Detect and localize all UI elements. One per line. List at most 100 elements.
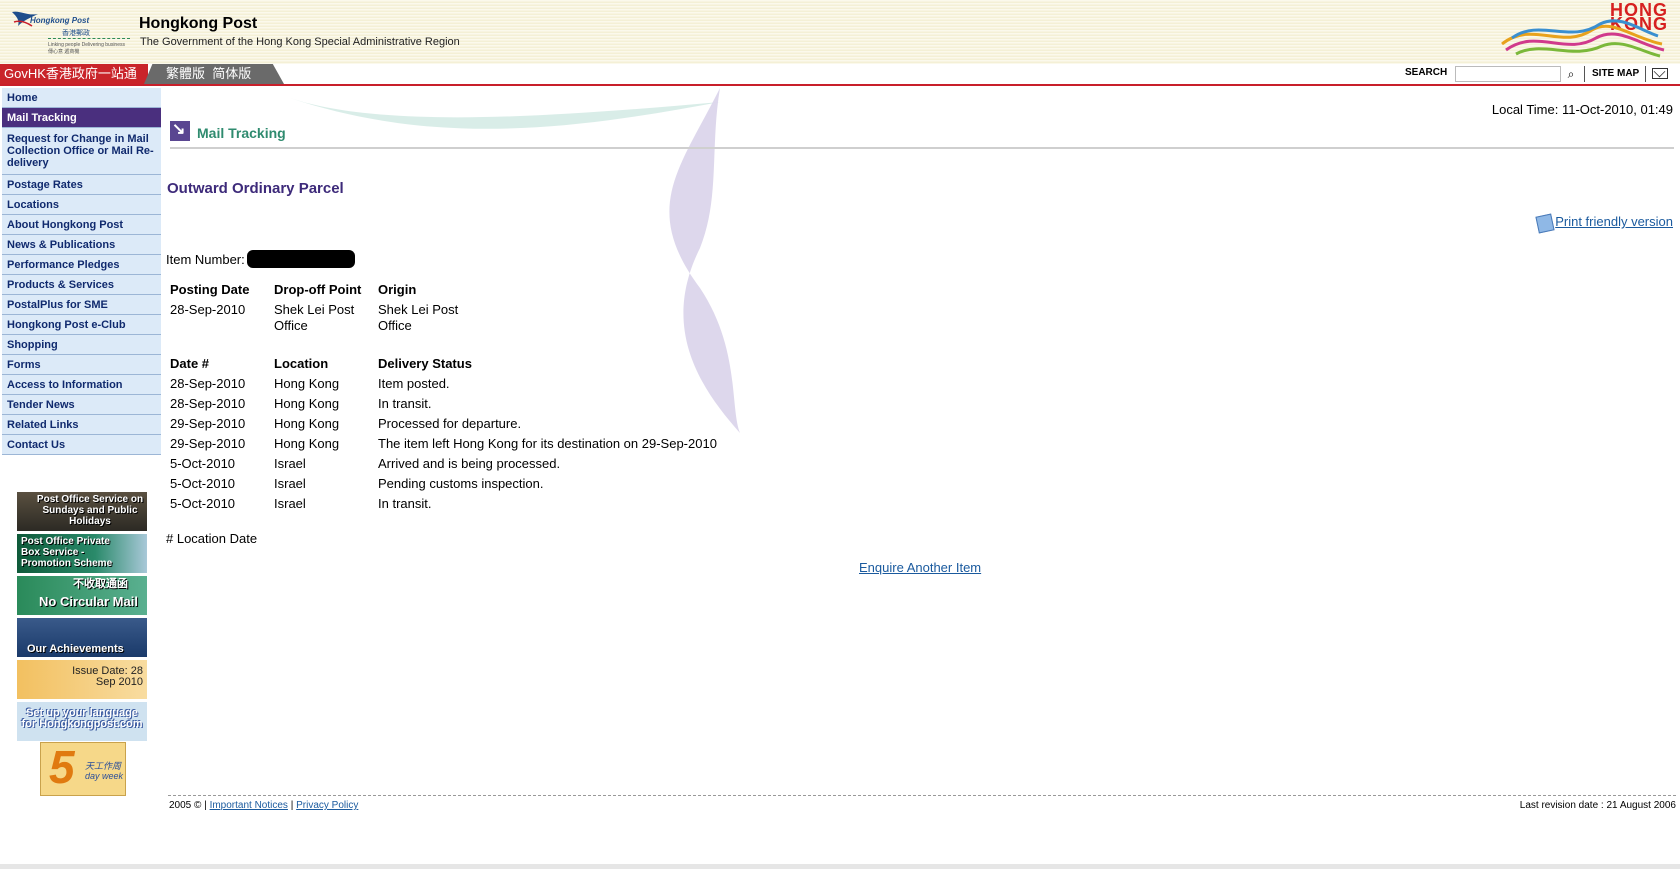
logo-divider [48,38,130,39]
enquire-another-item-link[interactable]: Enquire Another Item [859,560,981,575]
table-row: 29-Sep-2010 Hong Kong The item left Hong… [167,436,720,456]
window-bottom-edge [0,864,1680,869]
column-header: Posting Date [170,282,250,297]
left-sidebar: Home Mail Tracking Request for Change in… [2,88,161,455]
sidebar-item-access-info[interactable]: Access to Information [2,375,161,395]
brand-dragon-icon [1501,19,1665,58]
sidebar-item-shopping[interactable]: Shopping [2,335,161,355]
top-nav-bar: GovHK香港政府一站通 繁體版 简体版 SEARCH ⌕ SITE MAP [0,64,1680,86]
column-header: Origin [378,282,417,297]
table-cell: 29-Sep-2010 [170,416,246,431]
site-subtitle: The Government of the Hong Kong Special … [140,36,460,48]
important-notices-link[interactable]: Important Notices [210,800,288,811]
govhk-link[interactable]: GovHK香港政府一站通 [0,64,148,84]
sidebar-item-pledges[interactable]: Performance Pledges [2,255,161,275]
logo-text-zh: 香港郵政 [62,30,90,37]
banner-issue-date[interactable]: Issue Date: 28 Sep 2010 [17,660,147,699]
banner-sunday-service[interactable]: Post Office Service on Sundays and Publi… [17,492,147,531]
posting-table: Posting Date Drop-off Point Origin 28-Se… [167,282,473,334]
sidebar-item-about[interactable]: About Hongkong Post [2,215,161,235]
five-day-week-banner[interactable]: 5 天工作周 day week [40,742,126,796]
banner-achievements[interactable]: Our Achievements [17,618,147,657]
table-cell: Shek Lei Post Office [274,302,355,333]
search-input[interactable] [1455,66,1561,82]
table-cell: In transit. [378,496,432,511]
divider [1584,66,1585,82]
column-header: Delivery Status [378,356,472,371]
footer-separator: | [290,800,294,811]
sidebar-item-products[interactable]: Products & Services [2,275,161,295]
sidebar-item-home[interactable]: Home [2,88,161,108]
sidebar-item-related-links[interactable]: Related Links [2,415,161,435]
page-title: Outward Ordinary Parcel [167,180,344,197]
table-row: 29-Sep-2010 Hong Kong Processed for depa… [167,416,720,436]
table-cell: In transit. [378,396,432,411]
logo-text-en: Hongkong Post [30,16,90,25]
table-row: 5-Oct-2010 Israel Arrived and is being p… [167,456,720,476]
revision-date: Last revision date : 21 August 2006 [1519,800,1676,811]
search-icon[interactable]: ⌕ [1563,66,1579,82]
sidebar-item-eclub[interactable]: Hongkong Post e-Club [2,315,161,335]
site-map-link[interactable]: SITE MAP [1592,68,1639,79]
sidebar-item-request-change[interactable]: Request for Change in Mail Collection Of… [2,128,161,175]
sidebar-item-locations[interactable]: Locations [2,195,161,215]
table-header-row: Posting Date Drop-off Point Origin [167,282,473,302]
section-header: Mail Tracking [170,119,1674,149]
table-cell: Pending customs inspection. [378,476,544,491]
footer-left: 2005 © | Important Notices | Privacy Pol… [169,800,358,811]
table-cell: 28-Sep-2010 [170,396,246,411]
local-time: Local Time: 11-Oct-2010, 01:49 [1491,102,1673,117]
hongkong-post-logo[interactable]: Hongkong Post 香港郵政 Linking people Delive… [8,6,133,58]
sidebar-item-contact[interactable]: Contact Us [2,435,161,455]
copyright-text: 2005 © | [169,800,207,811]
logo-tagline: Linking people Delivering business 傳心意 遞商… [48,42,125,55]
redacted-item-number [246,250,355,268]
sidebar-item-forms[interactable]: Forms [2,355,161,375]
lang-traditional-link[interactable]: 繁體版 [166,66,205,81]
column-header: Drop-off Point [274,282,362,297]
table-cell: 28-Sep-2010 [170,302,246,317]
privacy-policy-link[interactable]: Privacy Policy [296,800,358,811]
banner-no-circular-mail[interactable]: 不收取通函 No Circular Mail [17,576,147,615]
banner-private-box[interactable]: Post Office Private Box Service - Promot… [17,534,147,573]
table-cell: Shek Lei Post Office [378,302,459,333]
table-header-row: Date # Location Delivery Status [167,356,720,376]
table-cell: Hong Kong [274,396,340,411]
brand-hong-kong-logo: HONG KONG [1492,0,1668,62]
site-title: Hongkong Post [139,15,258,32]
table-row: 5-Oct-2010 Israel In transit. [167,496,720,516]
table-cell: 5-Oct-2010 [170,476,236,491]
item-number-label: Item Number: [166,252,245,267]
events-table: Date # Location Delivery Status 28-Sep-2… [167,356,720,516]
print-friendly-link[interactable]: Print friendly version [1555,214,1673,229]
table-row: 28-Sep-2010 Hong Kong In transit. [167,396,720,416]
column-header: Location [274,356,329,371]
sidebar-item-postalplus[interactable]: PostalPlus for SME [2,295,161,315]
table-row: 28-Sep-2010 Hong Kong Item posted. [167,376,720,396]
table-cell: 29-Sep-2010 [170,436,246,451]
table-cell: 5-Oct-2010 [170,456,236,471]
print-icon[interactable] [1535,213,1555,234]
sidebar-item-tender[interactable]: Tender News [2,395,161,415]
table-cell: Arrived and is being processed. [378,456,561,471]
table-cell: Hong Kong [274,436,340,451]
section-title: Mail Tracking [197,125,286,141]
table-cell: The item left Hong Kong for its destinat… [378,436,717,451]
banner-set-language[interactable]: Set up your language for Hongkongpost.co… [17,702,147,741]
sidebar-item-postage-rates[interactable]: Postage Rates [2,175,161,195]
item-number: Item Number: [166,250,355,268]
table-cell: Item posted. [378,376,450,391]
sidebar-item-news[interactable]: News & Publications [2,235,161,255]
divider [1645,66,1646,82]
table-row: 5-Oct-2010 Israel Pending customs inspec… [167,476,720,496]
sidebar-item-mail-tracking[interactable]: Mail Tracking [2,108,161,128]
page-footer: 2005 © | Important Notices | Privacy Pol… [168,795,1676,811]
arrow-icon [170,119,190,141]
column-header: Date # [170,356,210,371]
promo-banners: Post Office Service on Sundays and Publi… [17,492,147,744]
mail-icon[interactable] [1652,68,1668,79]
lang-simplified-link[interactable]: 简体版 [212,66,251,81]
table-cell: 28-Sep-2010 [170,376,246,391]
table-row: 28-Sep-2010 Shek Lei Post Office Shek Le… [167,302,473,334]
table-cell: Hong Kong [274,416,340,431]
